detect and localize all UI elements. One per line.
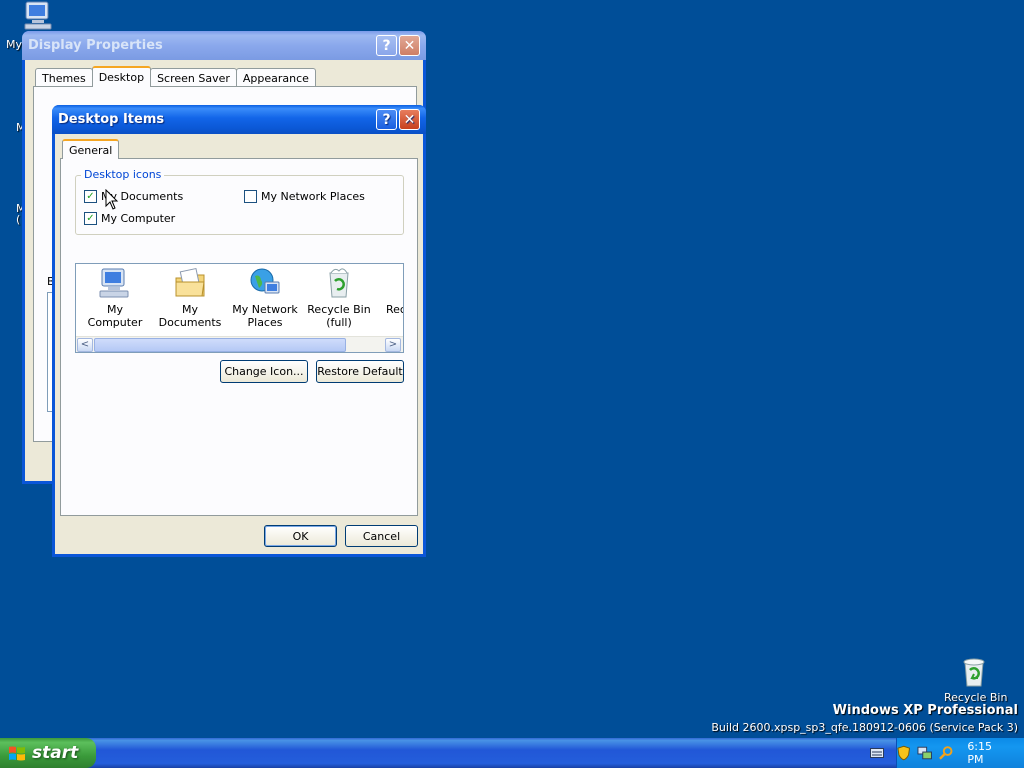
desktop-side-label-3: (: [16, 213, 21, 226]
desktop-icon-my-computer[interactable]: My: [4, 0, 52, 51]
change-icon-button[interactable]: Change Icon...: [220, 360, 308, 383]
display-properties-titlebar[interactable]: Display Properties ? ✕: [22, 31, 426, 60]
general-panel: Desktop icons ✓ My Documents ✓ My Comput…: [60, 158, 418, 516]
my-documents-icon: [175, 267, 205, 297]
close-button[interactable]: ✕: [399, 109, 420, 130]
scroll-right-button[interactable]: >: [385, 338, 401, 352]
desktop-items-titlebar[interactable]: Desktop Items ? ✕: [52, 105, 426, 134]
tab-general[interactable]: General: [62, 139, 120, 159]
icon-item-recycle-bin-empty[interactable]: Rec: [378, 266, 404, 316]
windows-branding-title: Windows XP Professional: [832, 703, 1018, 718]
icon-label: My Network Places: [232, 303, 298, 329]
checkbox-label: My Computer: [101, 212, 176, 225]
tab-screen-saver[interactable]: Screen Saver: [150, 68, 237, 87]
ok-button[interactable]: OK: [264, 525, 337, 547]
desktop-items-dialog[interactable]: Desktop Items ? ✕ General Desktop icons …: [52, 105, 426, 557]
checkbox-box[interactable]: ✓: [84, 212, 97, 225]
horizontal-scrollbar[interactable]: < >: [76, 336, 403, 352]
clock[interactable]: 6:15 PM: [967, 740, 1010, 766]
cancel-button[interactable]: Cancel: [345, 525, 418, 547]
system-tray: 6:15 PM: [896, 738, 1024, 768]
icon-label: Recycle Bin (full): [307, 303, 371, 329]
network-connection-icon[interactable]: [916, 745, 932, 761]
close-button[interactable]: ✕: [399, 35, 420, 56]
taskbar: start 6:15 PM: [0, 738, 1024, 768]
tab-appearance[interactable]: Appearance: [235, 68, 316, 87]
start-label: start: [32, 743, 79, 763]
checkbox-label: My Network Places: [261, 190, 365, 203]
icon-label: Rec: [386, 303, 404, 316]
icon-item-my-documents[interactable]: My Documents: [152, 266, 228, 329]
keyboard-icon[interactable]: [870, 748, 884, 758]
start-button[interactable]: start: [0, 738, 96, 768]
checkbox-my-documents[interactable]: ✓ My Documents: [84, 190, 183, 203]
restore-default-button[interactable]: Restore Default: [316, 360, 404, 383]
help-button[interactable]: ?: [376, 35, 397, 56]
scroll-thumb[interactable]: [94, 338, 346, 352]
tab-themes[interactable]: Themes: [35, 68, 93, 87]
windows-build-text: Build 2600.xpsp_sp3_qfe.180912-0606 (Ser…: [711, 721, 1018, 734]
checkbox-my-computer[interactable]: ✓ My Computer: [84, 212, 175, 225]
tab-desktop[interactable]: Desktop: [91, 66, 152, 87]
checkbox-my-network-places[interactable]: My Network Places: [244, 190, 365, 203]
dialog-title: Desktop Items: [58, 112, 165, 127]
desktop-icons-group: [75, 175, 404, 235]
my-computer-icon: [24, 1, 52, 30]
scroll-left-button[interactable]: <: [77, 338, 93, 352]
security-shield-icon[interactable]: [897, 745, 911, 761]
help-button[interactable]: ?: [376, 109, 397, 130]
icon-label: My Documents: [158, 303, 222, 329]
windows-logo-icon: [9, 746, 25, 761]
network-places-icon: [250, 268, 280, 294]
mouse-cursor-icon: [105, 189, 119, 210]
desktop-icon-recycle-bin[interactable]: Recycle Bin: [944, 656, 1007, 704]
search-icon[interactable]: [938, 745, 953, 761]
my-computer-icon: [99, 268, 129, 298]
checkbox-box[interactable]: ✓: [84, 190, 97, 203]
checkbox-box[interactable]: [244, 190, 257, 203]
recycle-bin-full-icon: [329, 268, 349, 298]
desktop-icon-label: My: [6, 38, 23, 51]
icon-item-my-network-places[interactable]: My Network Places: [230, 266, 300, 329]
icon-label: My Computer: [87, 303, 143, 329]
display-properties-tabs: Themes Desktop Screen Saver Appearance: [35, 66, 316, 87]
recycle-bin-icon: [963, 658, 985, 687]
recycle-bin-empty-icon: [395, 266, 404, 300]
icon-item-my-computer[interactable]: My Computer: [80, 266, 150, 329]
window-title: Display Properties: [28, 38, 163, 53]
group-title: Desktop icons: [81, 168, 165, 181]
desktop-items-tabs: General: [62, 139, 120, 159]
icon-list-view[interactable]: My Computer My Documents My Network Plac…: [75, 263, 404, 353]
icon-item-recycle-bin-full[interactable]: Recycle Bin (full): [304, 266, 374, 329]
